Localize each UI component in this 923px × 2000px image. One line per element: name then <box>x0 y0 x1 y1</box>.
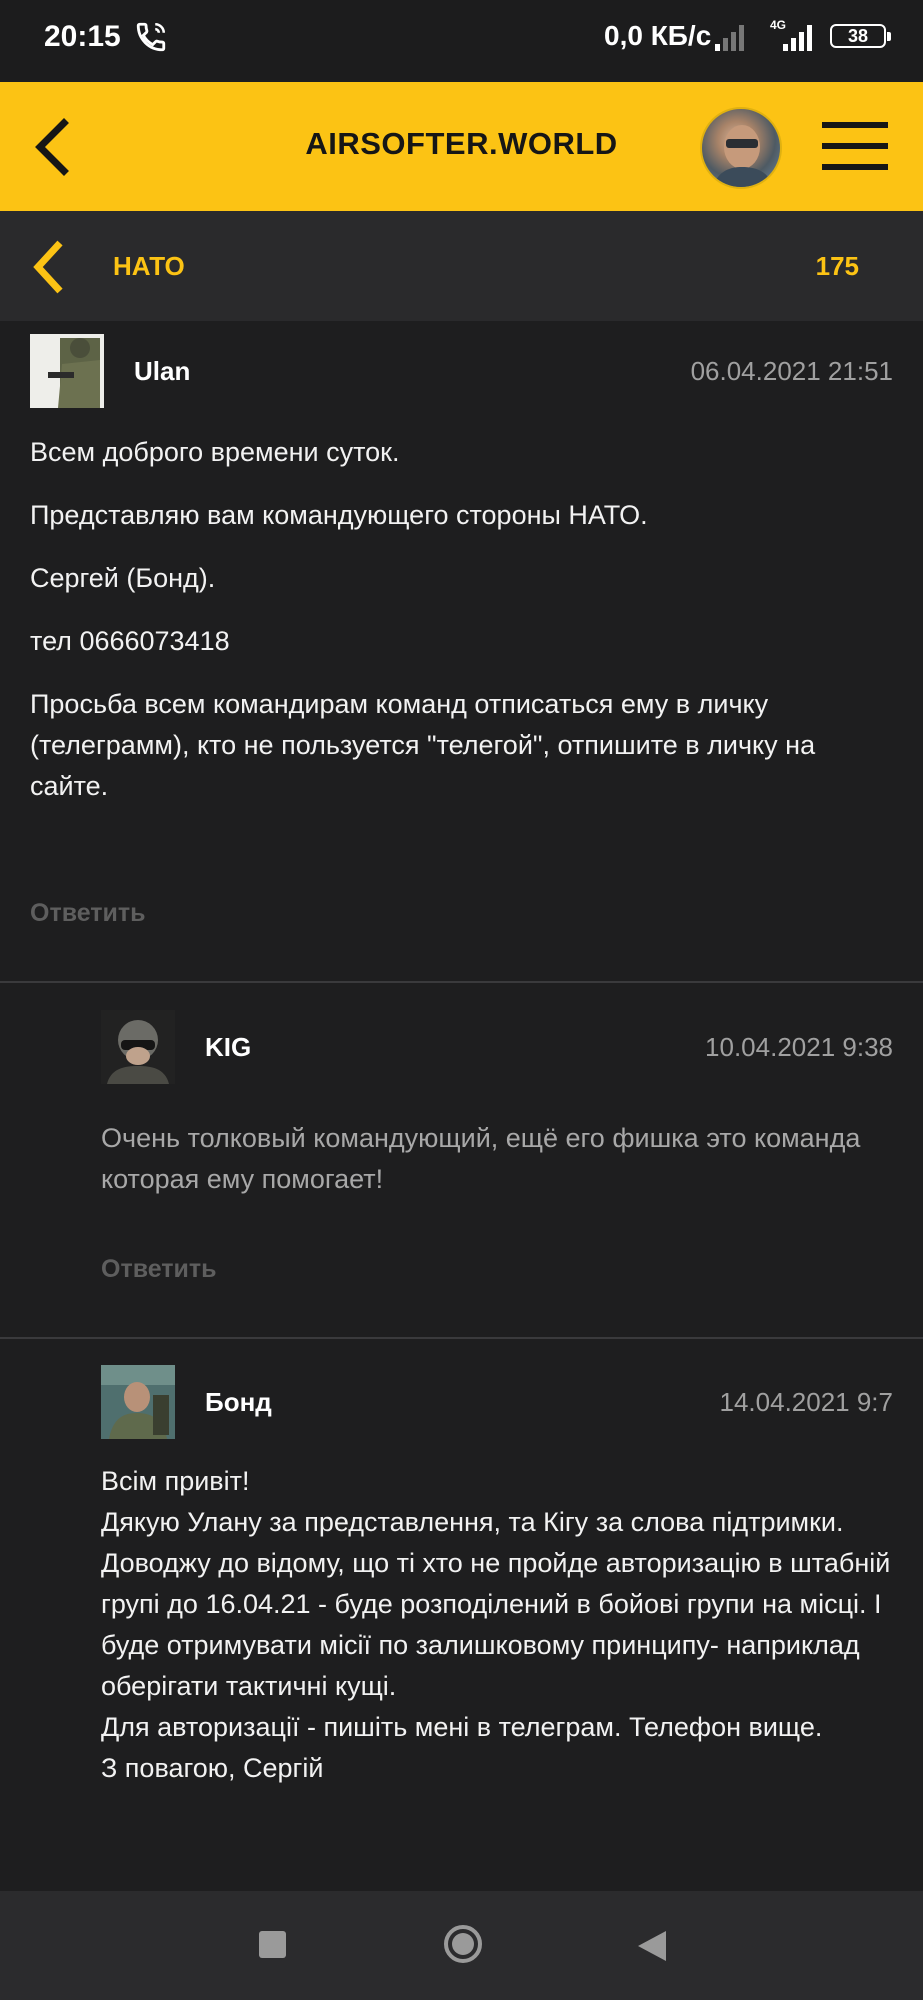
system-nav-bar <box>0 1891 923 2000</box>
topic-bar: НАТО 175 <box>0 211 923 321</box>
post-line: Доводжу до відому, що ті хто не пройде а… <box>101 1548 891 1701</box>
post-divider <box>0 1337 923 1339</box>
battery-icon: 38 <box>830 24 891 48</box>
post-author[interactable]: KIG <box>205 1032 251 1063</box>
avatar[interactable] <box>30 334 104 408</box>
post-divider <box>0 981 923 983</box>
home-circle-icon[interactable] <box>443 1924 483 1964</box>
post-author[interactable]: Ulan <box>134 356 190 387</box>
avatar-face-icon <box>713 125 773 187</box>
chevron-left-icon[interactable] <box>30 239 70 295</box>
topic-count: 175 <box>815 251 859 281</box>
post-date: 14.04.2021 9:7 <box>719 1387 894 1417</box>
post-line: З повагою, Сергій <box>101 1753 324 1783</box>
signal-icon <box>715 25 744 51</box>
post-line: Всім привіт! <box>101 1466 250 1496</box>
avatar[interactable] <box>101 1365 175 1439</box>
soldier-photo-icon <box>30 334 104 408</box>
soldier-photo-icon <box>101 1365 175 1439</box>
post-bond: Бонд 14.04.2021 9:7 Всім привіт! Дякую У… <box>0 1365 923 1789</box>
back-triangle-icon[interactable] <box>636 1929 668 1963</box>
post-line: Дякую Улану за представлення, та Кігу за… <box>101 1507 844 1537</box>
post-line: Для авторизації - пишіть мені в телеграм… <box>101 1712 823 1742</box>
user-avatar[interactable] <box>700 107 782 189</box>
site-title[interactable]: AIRSOFTER.WORLD <box>0 126 923 162</box>
post-date: 06.04.2021 21:51 <box>690 356 893 386</box>
post-body: Всем доброго времени суток. Представляю … <box>30 432 893 807</box>
post-paragraph: тел 0666073418 <box>30 626 230 656</box>
avatar[interactable] <box>101 1010 175 1084</box>
post-paragraph: Всем доброго времени суток. <box>30 437 400 467</box>
post-ulan: Ulan 06.04.2021 21:51 Всем доброго време… <box>0 334 923 829</box>
post-body: Всім привіт! Дякую Улану за представленн… <box>101 1461 893 1789</box>
post-paragraph: Представляю вам командующего стороны НАТ… <box>30 500 648 530</box>
status-time: 20:15 <box>44 20 121 53</box>
post-paragraph: Сергей (Бонд). <box>30 563 216 593</box>
reply-button[interactable]: Ответить <box>30 899 146 928</box>
network-speed: 0,0 КБ/с <box>604 20 712 51</box>
post-body: Очень толковый командующий, ещё его фишк… <box>101 1123 861 1194</box>
menu-icon[interactable] <box>822 122 888 172</box>
post-date: 10.04.2021 9:38 <box>705 1032 893 1062</box>
post-author[interactable]: Бонд <box>205 1387 272 1418</box>
status-bar: 20:15 0,0 КБ/с 4G 38 <box>0 0 923 80</box>
topic-title: НАТО <box>113 251 185 281</box>
post-paragraph: Просьба всем командирам команд отписатьс… <box>30 689 816 801</box>
recents-square-icon[interactable] <box>259 1931 286 1958</box>
soldier-photo-icon <box>101 1010 175 1084</box>
post-kig: KIG 10.04.2021 9:38 Очень толковый коман… <box>0 1010 923 1200</box>
signal-4g-icon <box>783 25 812 51</box>
app-header: AIRSOFTER.WORLD <box>0 82 923 211</box>
reply-button[interactable]: Ответить <box>101 1255 217 1284</box>
call-icon <box>136 22 166 52</box>
